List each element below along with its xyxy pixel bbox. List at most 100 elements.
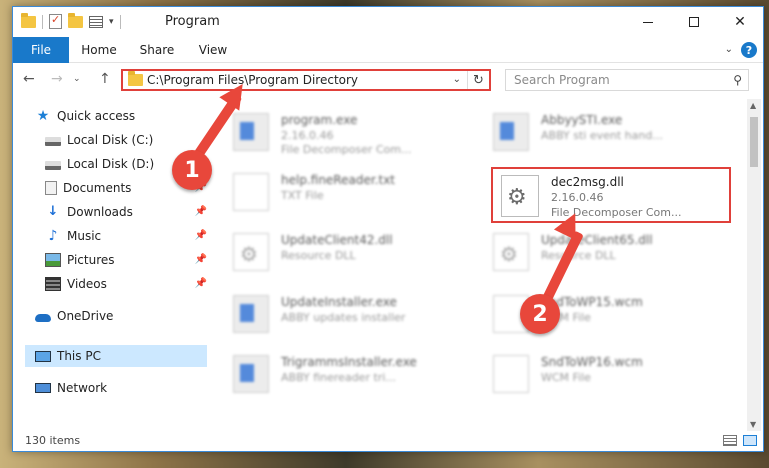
scrollbar-thumb[interactable] — [750, 117, 758, 167]
file-item[interactable]: UpdateClient65.dll Resource DLL — [483, 227, 713, 277]
refresh-icon[interactable]: ↻ — [467, 71, 489, 89]
tab-share[interactable]: Share — [133, 37, 181, 63]
sidebar-item-local-disk-c[interactable]: Local Disk (C:) — [45, 129, 209, 151]
minimize-button[interactable] — [625, 7, 671, 37]
properties-icon[interactable] — [49, 13, 62, 29]
help-icon[interactable]: ? — [741, 42, 757, 58]
qat-dropdown-icon[interactable]: ▾ — [109, 17, 114, 27]
scroll-down-icon[interactable]: ▼ — [750, 420, 756, 429]
sidebar-item-label: This PC — [57, 349, 101, 363]
window-title: Program — [165, 14, 220, 29]
sidebar-item-onedrive[interactable]: OneDrive — [35, 305, 209, 327]
address-bar[interactable]: C:\Program Files\Program Directory ⌄ ↻ — [121, 69, 491, 91]
file-name: UpdateInstaller.exe — [281, 295, 397, 309]
file-item[interactable]: TrigrammsInstaller.exe ABBY finereader t… — [223, 349, 453, 399]
file-item[interactable]: SndToWP16.wcm WCM File — [483, 349, 713, 399]
sidebar-item-music[interactable]: ♪ Music 📌 — [45, 225, 209, 247]
sidebar-item-quick-access[interactable]: ★ Quick access — [35, 105, 209, 127]
folder-icon[interactable] — [21, 12, 36, 28]
up-icon[interactable]: ↑ — [99, 71, 111, 87]
minimize-icon — [643, 21, 653, 23]
sidebar-item-downloads[interactable]: ↓ Downloads 📌 — [45, 201, 209, 223]
file-name: TrigrammsInstaller.exe — [281, 355, 417, 369]
tiles-view-icon[interactable] — [743, 435, 757, 446]
file-name: dec2msg.dll — [551, 175, 624, 189]
videos-icon — [45, 277, 61, 291]
file-type: WCM File — [541, 371, 591, 384]
sidebar-item-label: Local Disk (C:) — [67, 133, 154, 147]
file-description: File Decomposer Com... — [281, 143, 412, 156]
sidebar-item-pictures[interactable]: Pictures 📌 — [45, 249, 209, 271]
status-bar: 130 items — [13, 431, 763, 451]
gear-icon — [233, 233, 269, 271]
expand-ribbon-icon[interactable]: ⌄ — [725, 44, 733, 55]
vertical-scrollbar[interactable]: ▲ ▼ — [747, 99, 761, 431]
file-item[interactable]: SndToWP15.wcm WCM File — [483, 289, 713, 339]
file-item[interactable]: UpdateInstaller.exe ABBY updates install… — [223, 289, 453, 339]
callout-badge-2: 2 — [520, 294, 560, 334]
sidebar-item-label: OneDrive — [57, 309, 114, 323]
sidebar-item-label: Videos — [67, 277, 107, 291]
pin-icon[interactable]: 📌 — [195, 230, 207, 241]
file-name: UpdateClient42.dll — [281, 233, 393, 247]
sidebar-item-label: Pictures — [67, 253, 115, 267]
sidebar-item-label: Downloads — [67, 205, 133, 219]
maximize-button[interactable] — [671, 7, 717, 37]
file-description: ABBY finereader tri... — [281, 371, 396, 384]
close-icon: ✕ — [734, 14, 746, 30]
network-icon — [35, 383, 51, 393]
exe-icon — [493, 113, 529, 151]
document-icon — [493, 355, 529, 393]
sidebar-item-this-pc[interactable]: This PC — [25, 345, 207, 367]
pin-icon[interactable]: 📌 — [195, 278, 207, 289]
scroll-up-icon[interactable]: ▲ — [750, 101, 756, 110]
search-icon[interactable]: ⚲ — [733, 73, 742, 87]
qat-separator — [119, 14, 121, 29]
file-item[interactable]: program.exe 2.16.0.46 File Decomposer Co… — [223, 107, 453, 157]
details-view-icon[interactable] — [723, 435, 737, 446]
file-name: UpdateClient65.dll — [541, 233, 653, 247]
title-bar: ▾ Program ✕ — [13, 7, 763, 37]
recent-locations-icon[interactable]: ⌄ — [73, 74, 81, 84]
highlighted-file-item[interactable]: dec2msg.dll 2.16.0.46 File Decomposer Co… — [491, 167, 731, 223]
address-dropdown-icon[interactable]: ⌄ — [453, 74, 461, 85]
sidebar-item-label: Local Disk (D:) — [67, 157, 155, 171]
tab-file[interactable]: File — [13, 37, 69, 63]
file-description: ABBY updates installer — [281, 311, 406, 324]
file-explorer-window: ▾ Program ✕ File Home Share View ⌄ ? ← →… — [12, 6, 764, 452]
pin-icon[interactable]: 📌 — [195, 254, 207, 265]
sidebar-item-network[interactable]: Network — [35, 377, 209, 399]
address-path[interactable]: C:\Program Files\Program Directory — [147, 73, 358, 87]
quick-access-toolbar: ▾ — [21, 12, 121, 29]
file-version: 2.16.0.46 — [551, 191, 604, 204]
star-icon: ★ — [36, 108, 50, 124]
file-name: program.exe — [281, 113, 358, 127]
download-icon: ↓ — [47, 204, 59, 219]
sidebar-item-videos[interactable]: Videos 📌 — [45, 273, 209, 295]
tab-view[interactable]: View — [191, 37, 235, 63]
cloud-icon — [35, 313, 51, 322]
new-folder-icon[interactable] — [68, 12, 83, 28]
close-button[interactable]: ✕ — [717, 7, 763, 37]
pictures-icon — [45, 253, 61, 267]
file-type: Resource DLL — [541, 249, 616, 262]
file-name: help.fineReader.txt — [281, 173, 395, 187]
file-item[interactable]: AbbyySTI.exe ABBY sti event hand... — [483, 107, 713, 157]
file-item[interactable]: help.fineReader.txt TXT File — [223, 167, 453, 217]
pin-icon[interactable]: 📌 — [195, 206, 207, 217]
disk-icon — [45, 161, 61, 170]
tab-home[interactable]: Home — [75, 37, 123, 63]
file-name: SndToWP16.wcm — [541, 355, 643, 369]
back-icon[interactable]: ← — [23, 71, 35, 87]
view-options-icon[interactable] — [89, 15, 103, 28]
music-icon: ♪ — [48, 228, 58, 244]
search-input[interactable]: Search Program ⚲ — [505, 69, 749, 91]
forward-icon[interactable]: → — [51, 71, 63, 87]
exe-icon — [233, 295, 269, 333]
file-item[interactable]: UpdateClient42.dll Resource DLL — [223, 227, 453, 277]
maximize-icon — [689, 17, 699, 27]
disk-icon — [45, 137, 61, 146]
address-row: ← → ⌄ ↑ C:\Program Files\Program Directo… — [13, 64, 763, 96]
item-count: 130 items — [25, 434, 81, 447]
gear-icon — [501, 175, 539, 217]
